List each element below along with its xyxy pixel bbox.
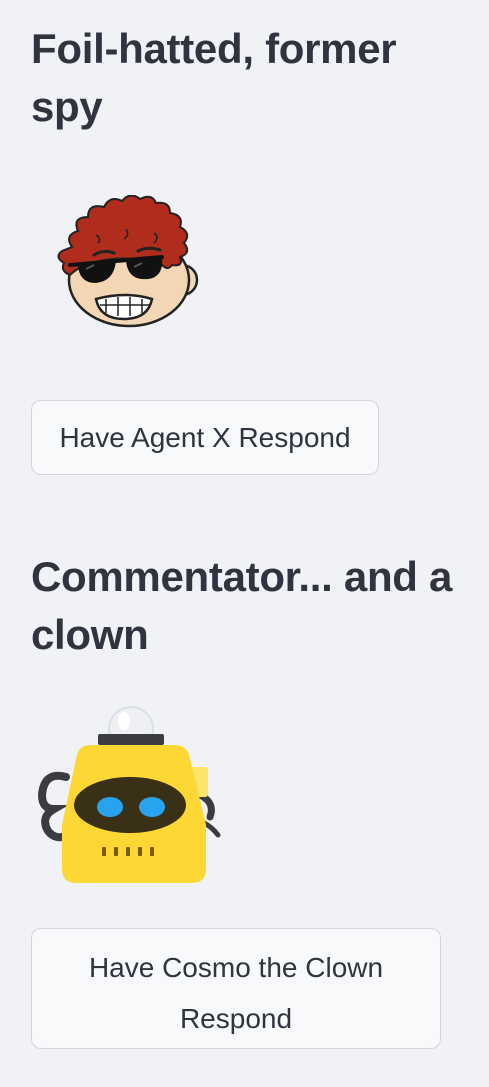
agent-x-title: Foil-hatted, former spy: [31, 25, 397, 130]
cosmo-avatar: [36, 705, 222, 885]
agent-x-respond-button[interactable]: Have Agent X Respond: [31, 400, 379, 475]
agent-x-avatar: [56, 194, 204, 335]
cosmo-title: Commentator... and a clown: [31, 553, 453, 658]
sunglasses-redhead-face-icon: [57, 194, 199, 328]
cosmo-respond-button[interactable]: Have Cosmo the Clown Respond: [31, 928, 441, 1049]
yellow-robot-icon: [37, 706, 221, 883]
